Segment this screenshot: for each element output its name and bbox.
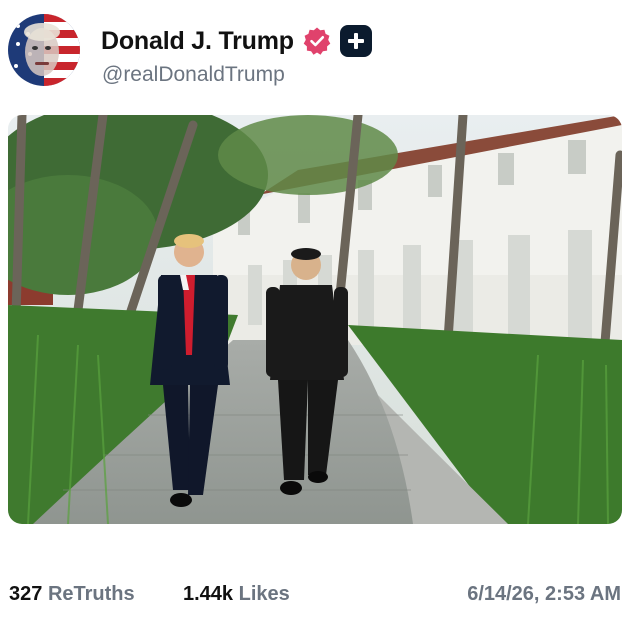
post-photo[interactable] [8, 115, 622, 524]
likes-label: Likes [238, 583, 290, 605]
retruths-label: ReTruths [47, 583, 135, 605]
post-stats-bar: 327 ReTruths 1.44k Likes 6/14/26, 2:53 A… [9, 583, 623, 611]
likes-count: 1.44k [183, 583, 234, 605]
retruths-stat[interactable]: 327 ReTruths [9, 583, 135, 606]
retruths-count: 327 [9, 583, 43, 605]
avatar[interactable] [8, 14, 80, 86]
post-timestamp[interactable]: 6/14/26, 2:53 AM [467, 583, 621, 606]
post-header: Donald J. Trump @realDonaldTrump [8, 10, 628, 90]
likes-stat[interactable]: 1.44k Likes [183, 583, 290, 606]
author-handle[interactable]: @realDonaldTrump [102, 63, 285, 87]
verified-badge-icon [303, 27, 331, 55]
author-display-name[interactable]: Donald J. Trump [101, 27, 294, 56]
author-name-row: Donald J. Trump [101, 25, 372, 57]
plus-badge-icon [339, 25, 372, 57]
